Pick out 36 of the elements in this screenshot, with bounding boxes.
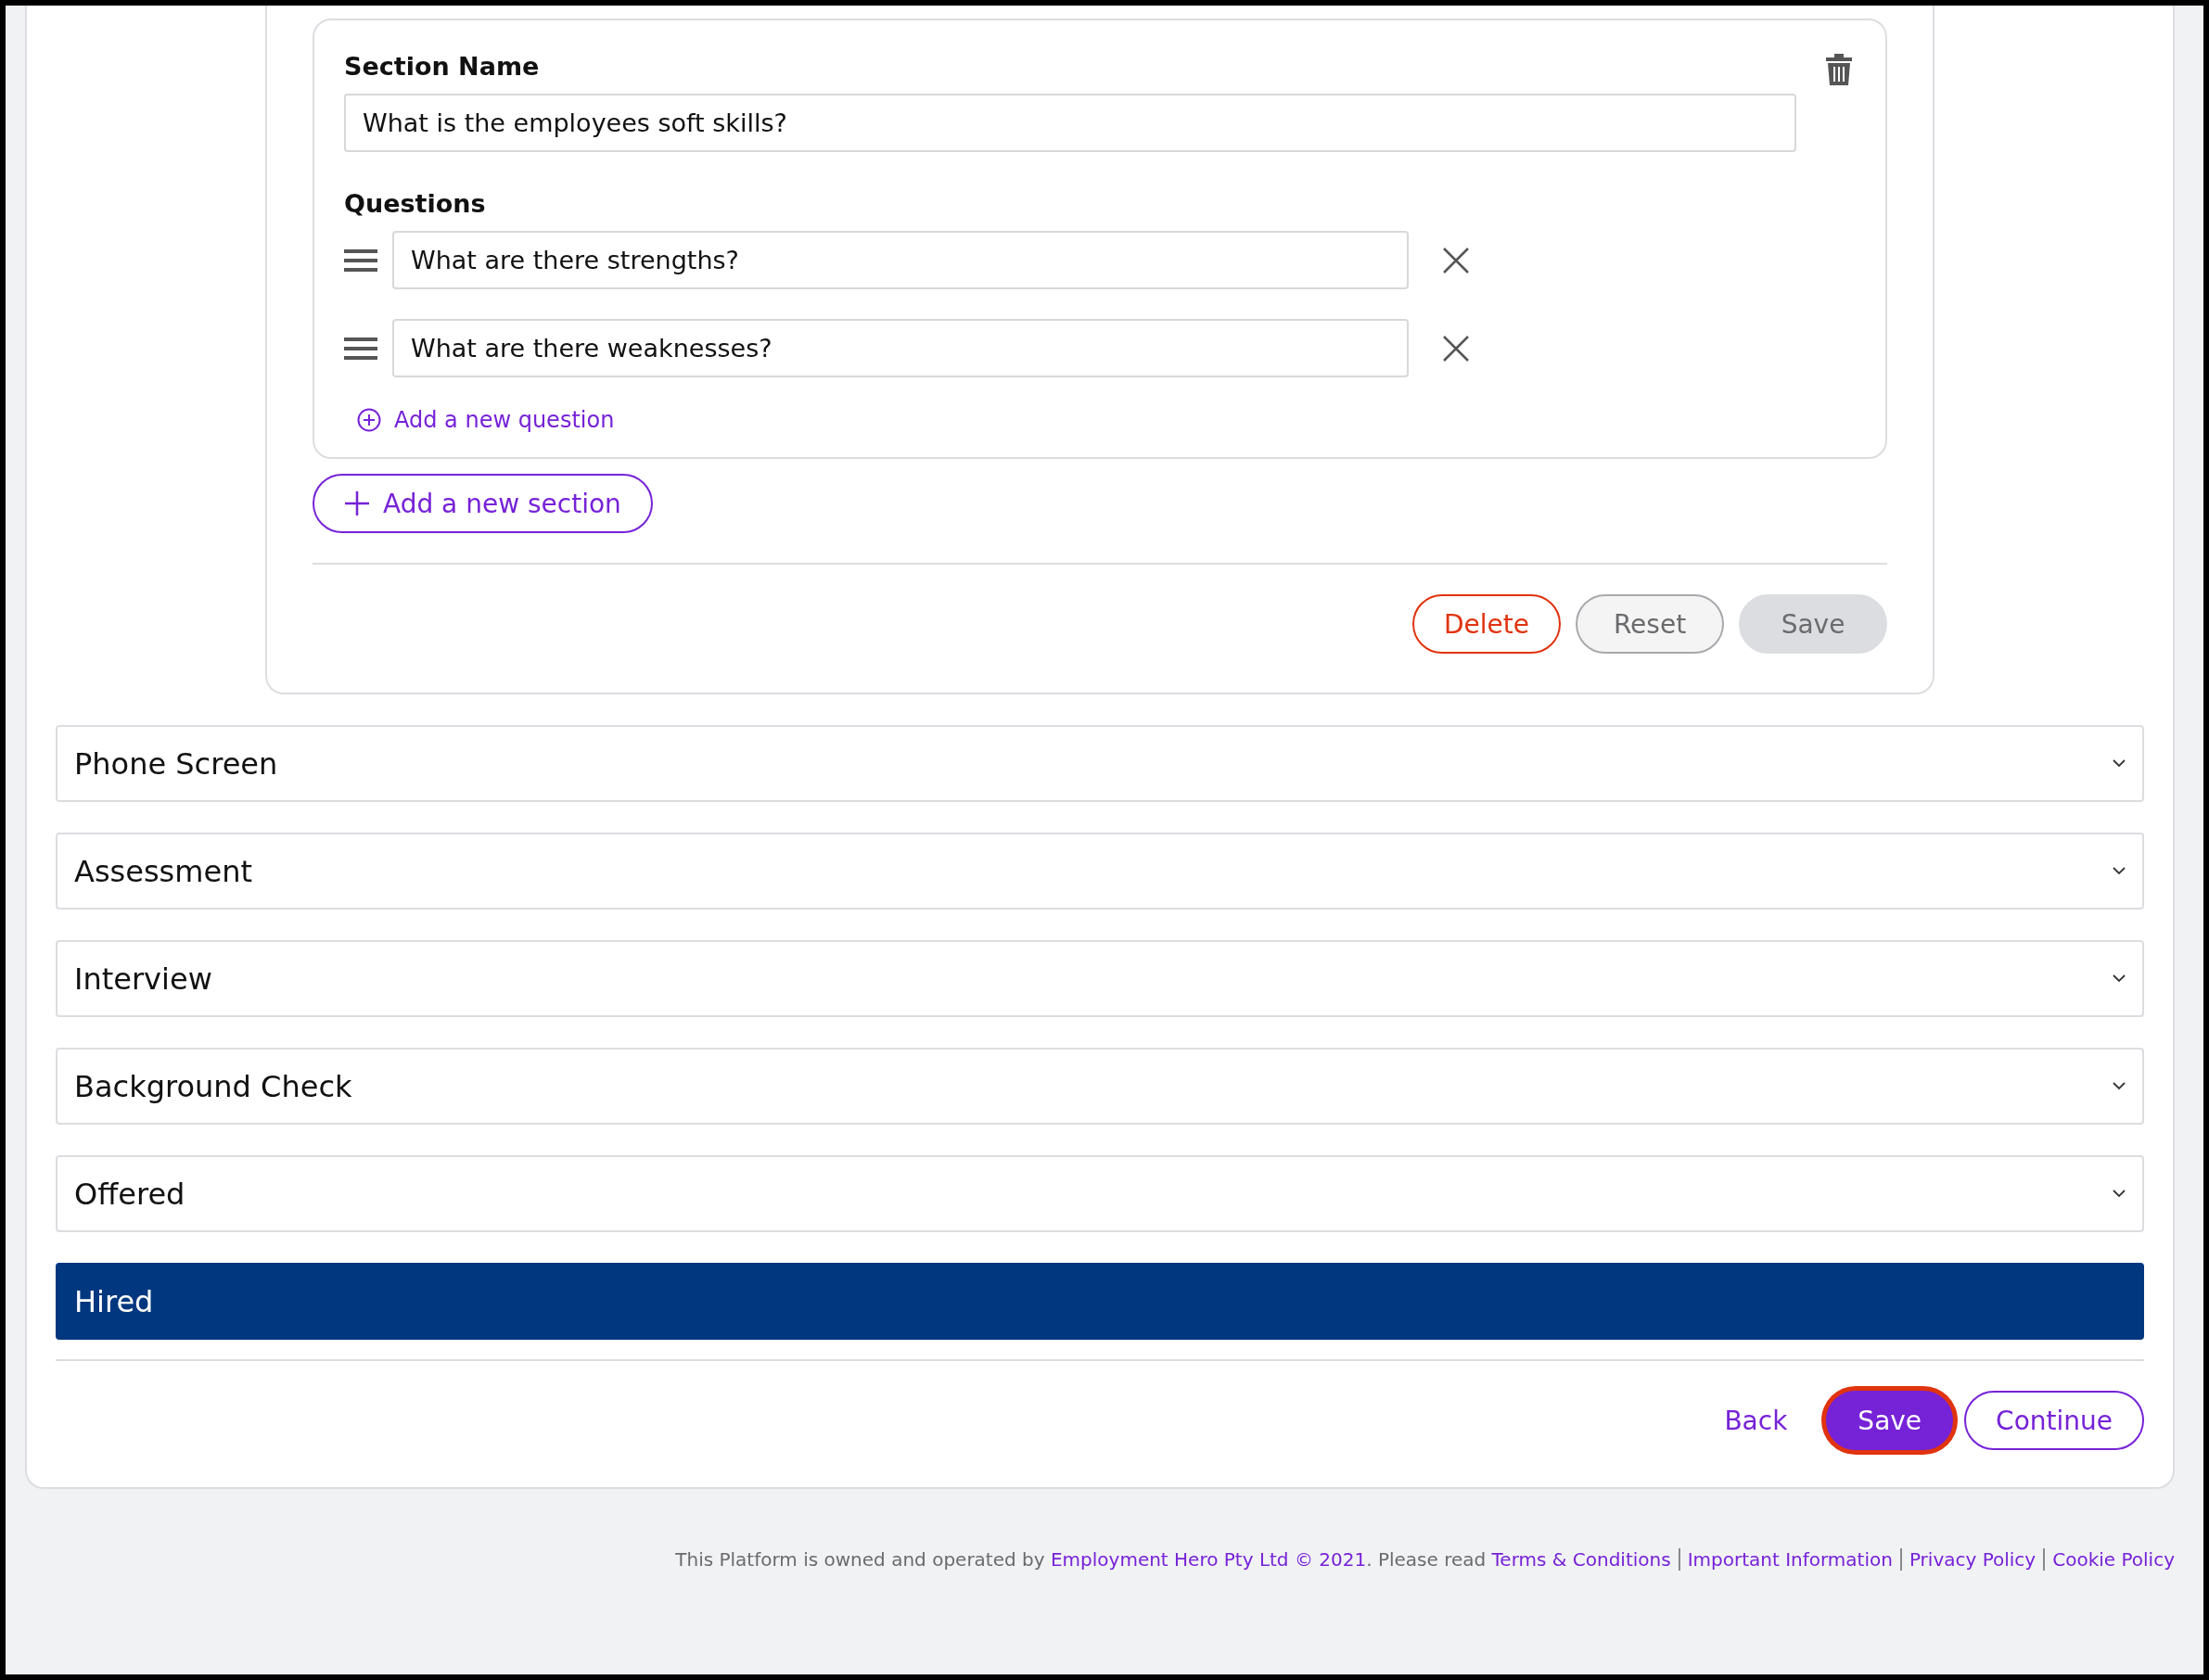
- delete-button[interactable]: Delete: [1412, 594, 1561, 654]
- stage-accordion[interactable]: Assessment: [56, 833, 2144, 910]
- chevron-down-icon: [2113, 974, 2126, 983]
- footer-link[interactable]: Cookie Policy: [2052, 1548, 2175, 1571]
- stage-accordion[interactable]: Phone Screen: [56, 725, 2144, 802]
- chevron-down-icon: [2113, 867, 2126, 875]
- stage-accordion[interactable]: Offered: [56, 1155, 2144, 1232]
- company-link[interactable]: Employment Hero Pty Ltd © 2021: [1050, 1548, 1367, 1571]
- stage-accordion[interactable]: Hired: [56, 1263, 2144, 1340]
- footer-link[interactable]: Privacy Policy: [1909, 1548, 2037, 1571]
- footer-text: . Please read: [1366, 1548, 1488, 1571]
- chevron-down-icon: [2113, 1082, 2126, 1090]
- footer-link[interactable]: Important Information: [1687, 1548, 1893, 1571]
- question-field[interactable]: What are there weaknesses?: [392, 319, 1409, 377]
- drag-handle-icon[interactable]: [344, 248, 377, 272]
- back-link[interactable]: Back: [1696, 1391, 1816, 1450]
- stage-accordion[interactable]: Interview: [56, 940, 2144, 1017]
- section-name-label: Section Name: [344, 52, 540, 81]
- chevron-down-icon: [2113, 759, 2126, 768]
- section-name-field[interactable]: What is the employees soft skills?: [344, 94, 1796, 152]
- trash-icon[interactable]: [1824, 52, 1854, 87]
- footer-link[interactable]: Terms & Conditions: [1491, 1548, 1671, 1571]
- drag-handle-icon[interactable]: [344, 337, 377, 360]
- question-field[interactable]: What are there strengths?: [392, 231, 1409, 289]
- close-icon[interactable]: [1442, 334, 1470, 363]
- action-button[interactable]: Reset: [1576, 594, 1724, 654]
- plus-circle-icon: [357, 408, 381, 432]
- footer-text: This Platform is owned and operated by: [675, 1548, 1046, 1571]
- plus-icon: [344, 490, 370, 516]
- continue-button[interactable]: Continue: [1964, 1391, 2144, 1450]
- stage-accordion[interactable]: Background Check: [56, 1048, 2144, 1125]
- add-section-button[interactable]: Add a new section: [313, 474, 653, 533]
- questions-label: Questions: [344, 189, 486, 218]
- add-question-link[interactable]: Add a new question: [344, 407, 615, 433]
- chevron-down-icon: [2113, 1190, 2126, 1198]
- close-icon[interactable]: [1442, 246, 1470, 274]
